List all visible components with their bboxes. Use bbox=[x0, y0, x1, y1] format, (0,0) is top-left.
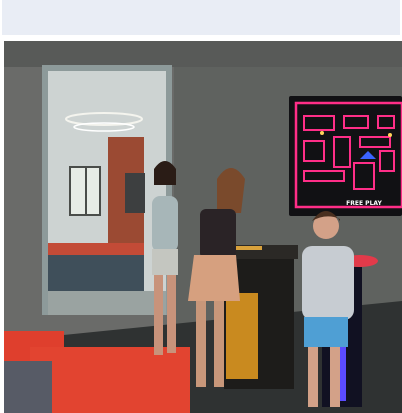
person-girl-center-leg bbox=[214, 301, 224, 387]
person-boy-shorts bbox=[304, 317, 348, 347]
arcade-room-photo: FREE PLAY bbox=[4, 41, 402, 413]
back-room-floor bbox=[48, 291, 166, 315]
screen-free-play-text: FREE PLAY bbox=[346, 200, 382, 207]
person-girl-center-hair bbox=[217, 168, 245, 213]
lounge-console bbox=[48, 255, 144, 291]
person-girl-left-shorts bbox=[152, 249, 178, 275]
red-sofa bbox=[30, 347, 190, 413]
window-mullion bbox=[85, 167, 87, 215]
arcade-wall-screen bbox=[289, 96, 402, 216]
person-boy-leg bbox=[308, 347, 318, 407]
pellet-icon bbox=[320, 131, 324, 135]
person-boy-shirt bbox=[302, 246, 354, 320]
person-girl-center-top bbox=[200, 209, 236, 259]
person-girl-left-shirt bbox=[152, 196, 178, 252]
ceiling bbox=[4, 41, 402, 67]
pellet-icon bbox=[388, 133, 392, 137]
person-girl-center-leg bbox=[196, 301, 206, 387]
top-banner bbox=[2, 0, 400, 35]
person-boy-leg bbox=[330, 347, 340, 407]
person-girl-left-leg bbox=[167, 275, 176, 353]
grey-ottoman bbox=[4, 361, 52, 413]
person-girl-center-skirt bbox=[188, 255, 240, 301]
person-girl-left-leg bbox=[154, 275, 163, 355]
wall-tv bbox=[125, 173, 145, 213]
photo-scene: FREE PLAY bbox=[4, 41, 402, 413]
cabinet-side-art bbox=[226, 293, 258, 379]
